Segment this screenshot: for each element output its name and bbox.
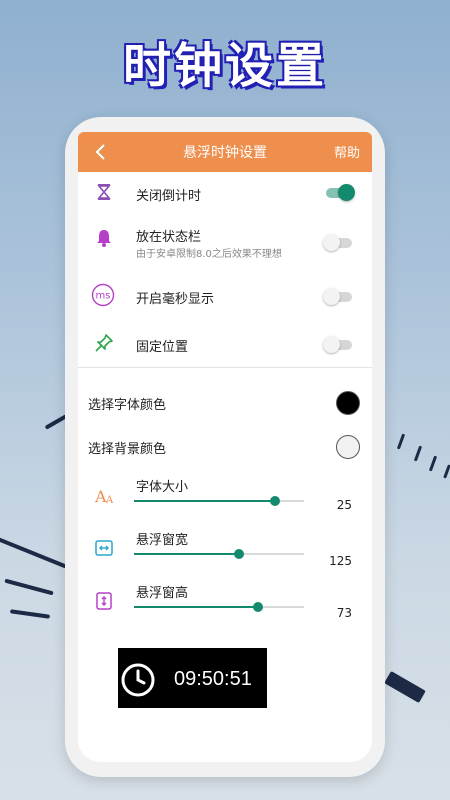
background-color-swatch[interactable] [336, 435, 360, 459]
slider-label: 字体大小 [136, 480, 189, 495]
font-size-icon: A A [94, 487, 114, 506]
slider-label: 悬浮窗宽 [136, 533, 189, 548]
background-clock-tick [443, 464, 450, 479]
toggle-label: 放在状态栏 [136, 230, 202, 245]
background-clock-tick [396, 433, 406, 450]
bell-icon [97, 230, 111, 247]
phone-frame: 悬浮时钟设置 帮助 关闭倒计时 放在状态栏 由于安卓限制8.0之后效果不理想 m… [65, 117, 385, 777]
promo-title: 时钟设置 [122, 38, 327, 94]
slider-fill [134, 606, 259, 608]
slider-row-font-size: A A 字体大小 25 [78, 472, 372, 522]
slider-value: 73 [336, 606, 352, 620]
slider-value: 25 [336, 498, 352, 512]
page-title: 悬浮时钟设置 [183, 145, 267, 161]
background-clock-tick [44, 414, 68, 430]
countdown-switch[interactable] [326, 184, 355, 201]
clock-time: 09:50:51 [174, 668, 252, 690]
height-icon [96, 592, 112, 610]
help-button[interactable]: 帮助 [334, 142, 360, 161]
slider-fill [134, 553, 240, 555]
slider-thumb[interactable] [270, 496, 281, 506]
top-bar: 悬浮时钟设置 帮助 [78, 132, 372, 172]
toggle-label: 开启毫秒显示 [136, 292, 215, 307]
clock-icon [121, 663, 155, 697]
toggle-label: 关闭倒计时 [136, 189, 202, 204]
background-clock-hand [0, 531, 68, 569]
toggle-row-pin[interactable]: 固定位置 [78, 324, 372, 364]
switch-knob [338, 184, 355, 201]
width-slider[interactable] [134, 549, 304, 559]
background-clock-tick [4, 578, 54, 596]
slider-thumb[interactable] [234, 549, 245, 559]
fixed-position-switch[interactable] [323, 336, 352, 353]
ms-icon: ms [91, 283, 115, 307]
divider [78, 367, 372, 368]
font-color-row[interactable]: 选择字体颜色 [78, 388, 372, 418]
statusbar-switch[interactable] [323, 234, 352, 251]
milliseconds-switch[interactable] [323, 288, 352, 305]
slider-thumb[interactable] [253, 602, 264, 612]
background-clock-tick [9, 609, 51, 619]
slider-row-height: 悬浮窗高 73 [78, 578, 372, 628]
width-icon [95, 540, 113, 556]
pin-icon [95, 334, 113, 352]
switch-knob [323, 234, 340, 251]
svg-text:A: A [105, 495, 114, 506]
svg-text:ms: ms [96, 291, 111, 302]
toggle-sublabel: 由于安卓限制8.0之后效果不理想 [136, 249, 282, 260]
slider-label: 悬浮窗高 [136, 586, 189, 601]
font-color-label: 选择字体颜色 [88, 398, 167, 413]
height-slider[interactable] [134, 602, 304, 612]
clock-preview[interactable]: 09:50:51 [118, 648, 267, 708]
switch-knob [323, 288, 340, 305]
slider-row-width: 悬浮窗宽 125 [78, 525, 372, 575]
hourglass-icon [97, 184, 111, 200]
slider-value: 125 [329, 554, 352, 568]
toggle-row-milliseconds[interactable]: ms 开启毫秒显示 [78, 272, 372, 320]
background-color-label: 选择背景颜色 [88, 442, 167, 457]
toggle-row-statusbar[interactable]: 放在状态栏 由于安卓限制8.0之后效果不理想 [78, 216, 372, 268]
font-size-slider[interactable] [134, 496, 304, 506]
background-clock-tick [428, 455, 438, 472]
toggle-row-countdown[interactable]: 关闭倒计时 [78, 172, 372, 214]
font-color-swatch[interactable] [336, 391, 360, 415]
app-screen: 悬浮时钟设置 帮助 关闭倒计时 放在状态栏 由于安卓限制8.0之后效果不理想 m… [78, 132, 372, 762]
toggle-label: 固定位置 [136, 340, 189, 355]
slider-fill [134, 500, 276, 502]
switch-knob [323, 336, 340, 353]
background-clock-hand [384, 670, 426, 704]
background-clock-tick [413, 445, 423, 462]
background-color-row[interactable]: 选择背景颜色 [78, 432, 372, 462]
